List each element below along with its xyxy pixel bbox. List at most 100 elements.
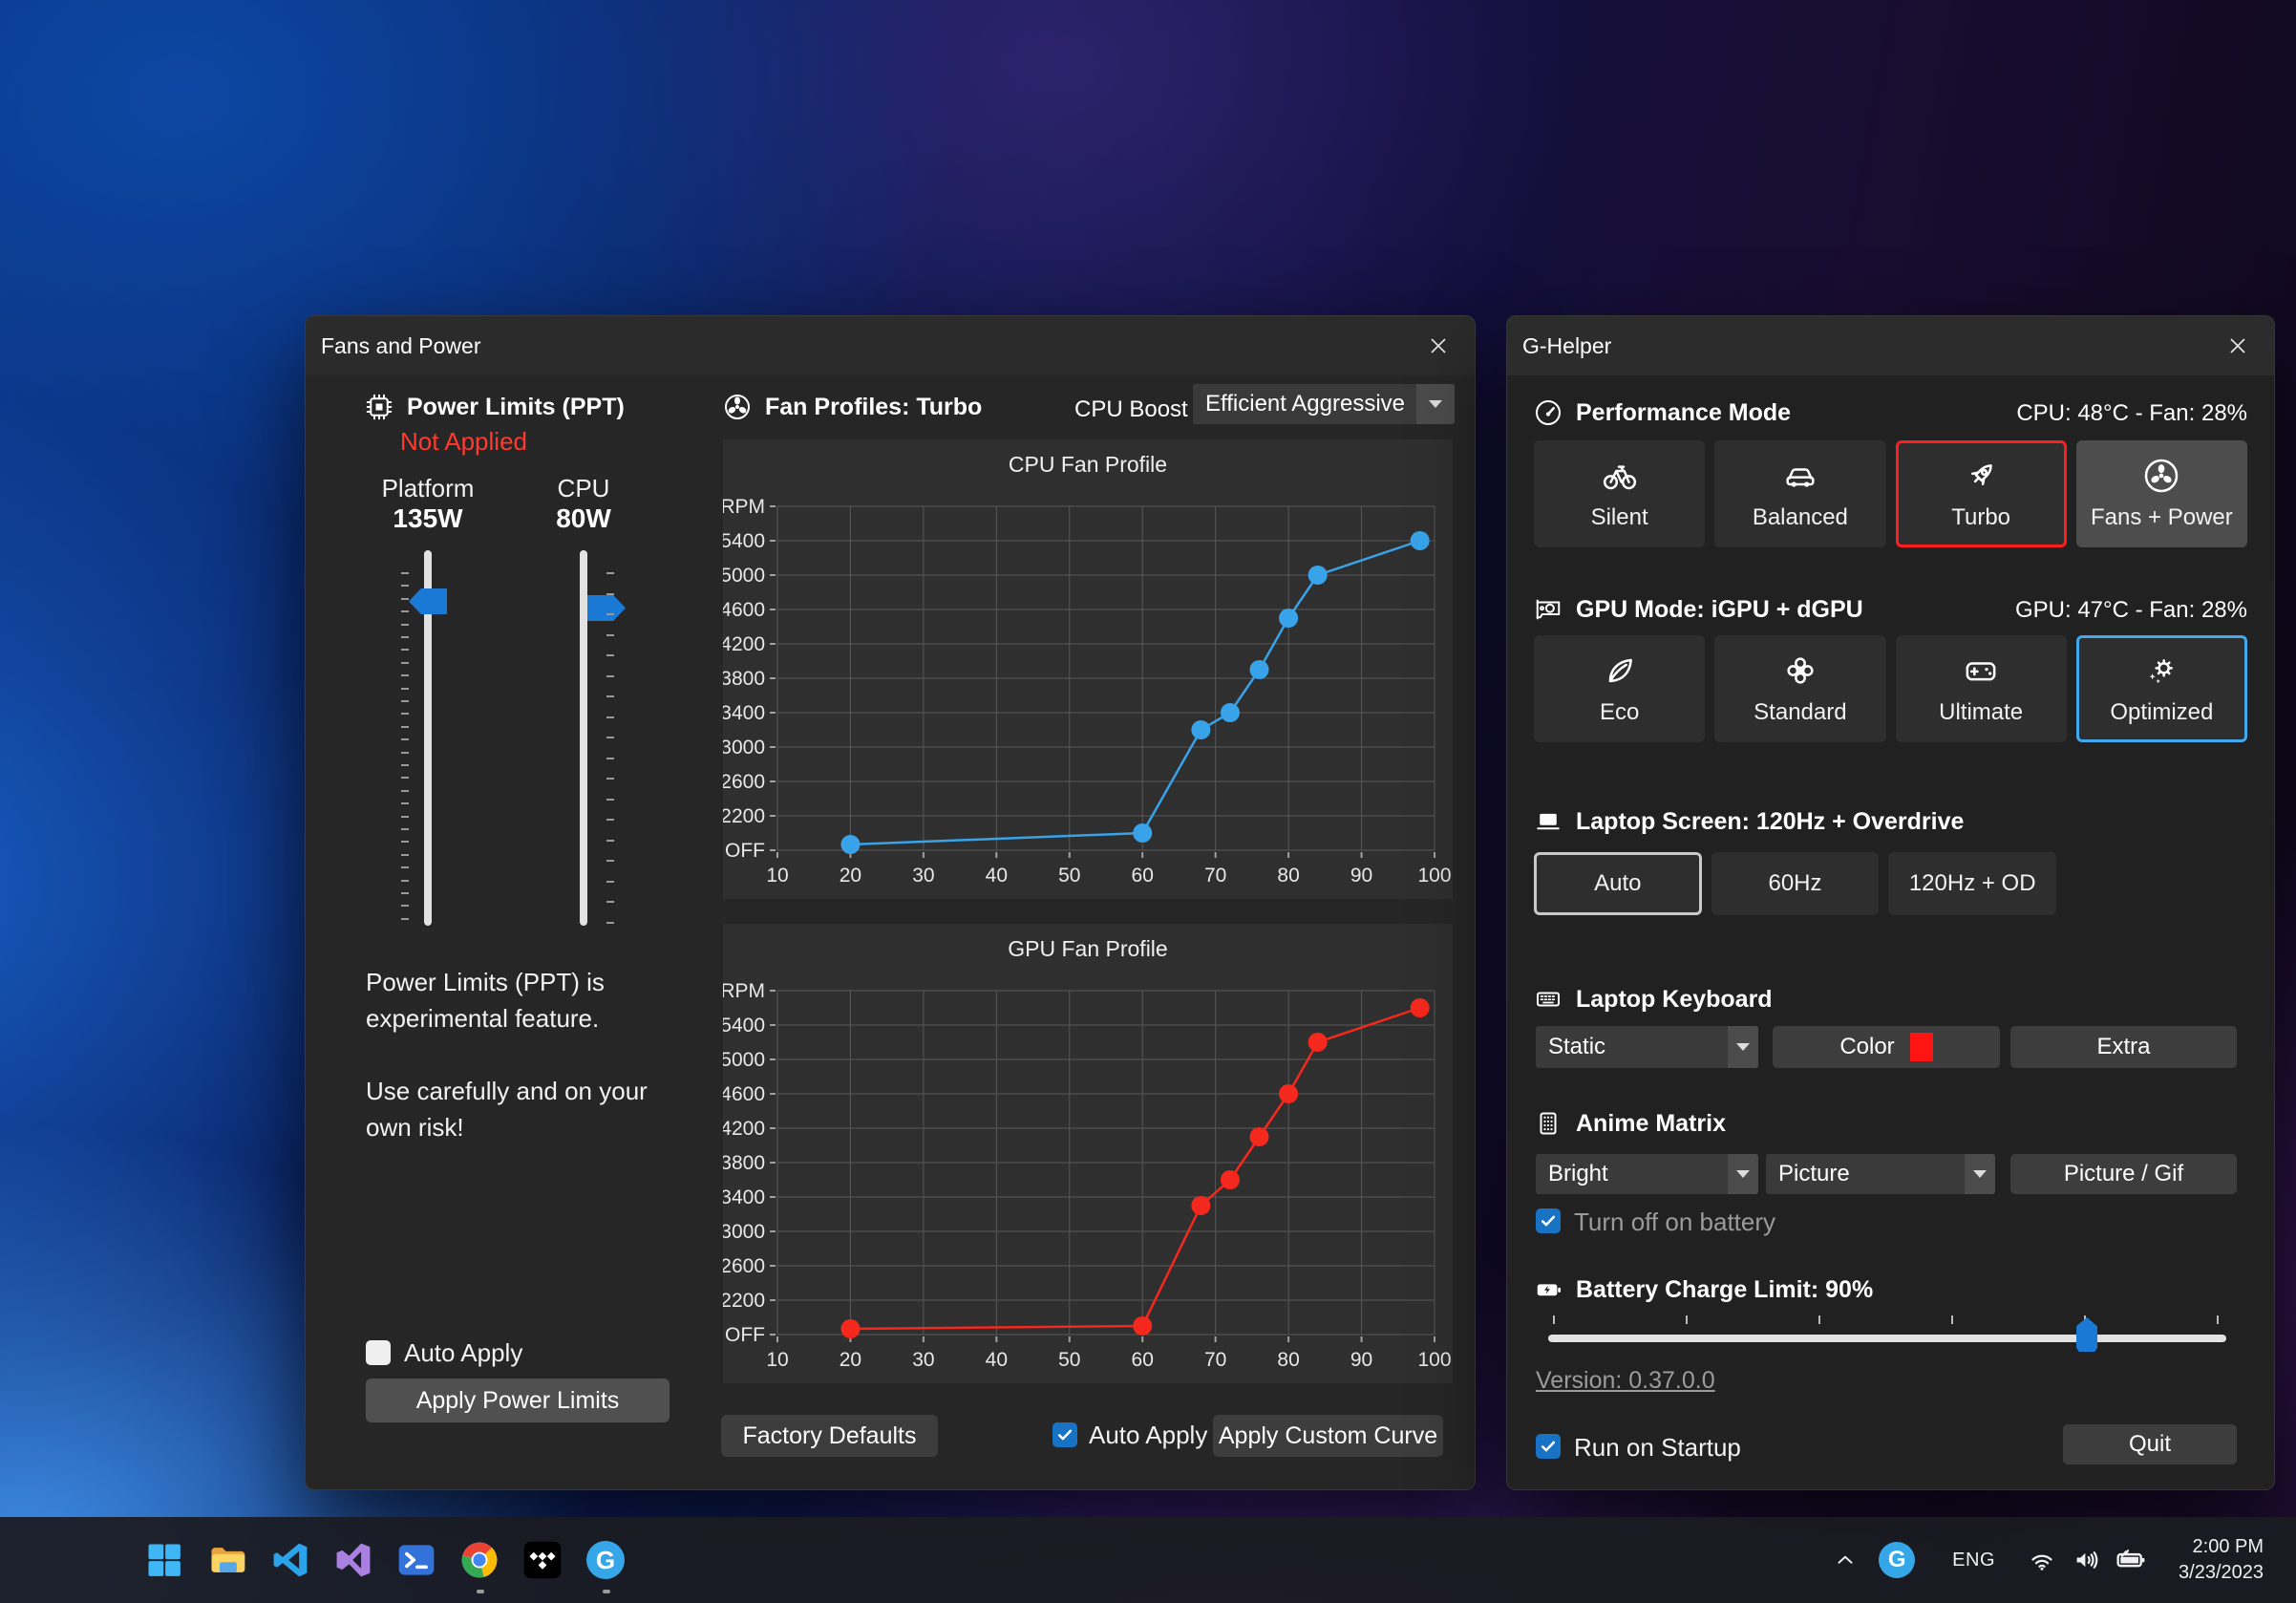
- anime-battery-checkbox-label: Turn off on battery: [1574, 1208, 1775, 1237]
- tray-wifi[interactable]: [2020, 1546, 2064, 1574]
- cpu-fan-chart[interactable]: CPU Fan ProfileRPM5400500046004200380034…: [723, 439, 1453, 899]
- keyboard-mode-dropdown[interactable]: Static: [1536, 1026, 1758, 1068]
- gpu-fan-chart[interactable]: GPU Fan ProfileRPM5400500046004200380034…: [723, 924, 1453, 1383]
- platform-slider-thumb[interactable]: [409, 588, 447, 614]
- g-helper-titlebar[interactable]: G-Helper: [1507, 316, 2274, 375]
- factory-defaults-button[interactable]: Factory Defaults: [721, 1415, 938, 1457]
- tray-clock[interactable]: 2:00 PM 3/23/2023: [2179, 1534, 2264, 1586]
- power-limits-warning-1: Power Limits (PPT) is experimental featu…: [366, 964, 691, 1037]
- curve-auto-apply-checkbox[interactable]: [1052, 1422, 1077, 1447]
- check-icon: [1539, 1211, 1558, 1230]
- bicycle-icon: [1601, 457, 1639, 495]
- visual-studio-icon: [332, 1539, 374, 1581]
- keyboard-color-button[interactable]: Color: [1773, 1026, 2000, 1068]
- tray-g-helper[interactable]: G: [1866, 1542, 1927, 1578]
- cpu-slider-value: 80W: [526, 503, 641, 534]
- anime-picture-gif-button[interactable]: Picture / Gif: [2010, 1154, 2237, 1194]
- start-button[interactable]: [138, 1533, 191, 1587]
- terminal-button[interactable]: [390, 1533, 443, 1587]
- power-limits-status: Not Applied: [400, 427, 527, 457]
- g-helper-taskbar-button[interactable]: G: [579, 1533, 632, 1587]
- chevron-up-icon: [1833, 1548, 1858, 1572]
- gear-sparkle-icon: [2142, 652, 2180, 690]
- laptop-screen-title: Laptop Screen: 120Hz + Overdrive: [1576, 808, 1964, 836]
- speaker-icon: [2072, 1546, 2100, 1574]
- battery-limit-slider-track[interactable]: [1548, 1335, 2226, 1342]
- svg-text:40: 40: [986, 1349, 1008, 1371]
- mode-button-label: Fans + Power: [2091, 504, 2233, 531]
- visual-studio-button[interactable]: [327, 1533, 380, 1587]
- matrix-dots-icon: [1534, 1109, 1563, 1138]
- battery-limit-header: Battery Charge Limit: 90%: [1534, 1275, 1873, 1304]
- cpu-boost-dropdown[interactable]: Efficient Aggressive: [1193, 384, 1455, 424]
- keyboard-extra-button[interactable]: Extra: [2010, 1026, 2237, 1068]
- tray-chevron-up[interactable]: [1824, 1548, 1866, 1572]
- cpu-slider-thumb[interactable]: [587, 595, 626, 621]
- svg-text:4200: 4200: [723, 1118, 765, 1140]
- version-link[interactable]: Version: 0.37.0.0: [1536, 1367, 1715, 1395]
- gamepad-icon: [1962, 652, 2000, 690]
- close-icon: [1427, 334, 1450, 357]
- cpu-fan-chart-panel[interactable]: CPU Fan ProfileRPM5400500046004200380034…: [723, 439, 1453, 899]
- gpu-button-optimized[interactable]: Optimized: [2076, 635, 2247, 742]
- anime-mode-dropdown[interactable]: Picture: [1766, 1154, 1995, 1194]
- quit-button[interactable]: Quit: [2063, 1424, 2237, 1464]
- check-icon: [1539, 1437, 1558, 1456]
- svg-text:3800: 3800: [723, 1152, 765, 1174]
- power-limits-header: Power Limits (PPT): [365, 393, 625, 421]
- file-explorer-button[interactable]: [201, 1533, 254, 1587]
- dropdown-arrow-button[interactable]: [1728, 1026, 1758, 1068]
- svg-text:3000: 3000: [723, 1221, 765, 1243]
- anime-matrix-title: Anime Matrix: [1576, 1110, 1726, 1138]
- screen-button-120hz-od[interactable]: 120Hz + OD: [1888, 852, 2056, 915]
- gpu-button-ultimate[interactable]: Ultimate: [1896, 635, 2067, 742]
- chrome-button[interactable]: [453, 1533, 506, 1587]
- mode-button-turbo[interactable]: Turbo: [1896, 440, 2067, 547]
- svg-text:5400: 5400: [723, 530, 765, 552]
- svg-text:20: 20: [840, 1349, 861, 1371]
- svg-text:3800: 3800: [723, 668, 765, 690]
- performance-mode-title: Performance Mode: [1576, 399, 1791, 427]
- g-helper-close-button[interactable]: [2219, 329, 2257, 363]
- gpu-button-eco[interactable]: Eco: [1534, 635, 1705, 742]
- tray-battery[interactable]: [2108, 1545, 2154, 1575]
- g-helper-icon: G: [1879, 1542, 1915, 1578]
- svg-text:4600: 4600: [723, 1083, 765, 1105]
- dropdown-arrow-button[interactable]: [1965, 1154, 1995, 1194]
- power-auto-apply-checkbox[interactable]: [366, 1340, 391, 1365]
- apply-custom-curve-button[interactable]: Apply Custom Curve: [1213, 1415, 1443, 1457]
- mode-button-silent[interactable]: Silent: [1534, 440, 1705, 547]
- svg-text:RPM: RPM: [723, 980, 765, 1002]
- gpu-fan-chart-panel[interactable]: GPU Fan ProfileRPM5400500046004200380034…: [723, 924, 1453, 1383]
- fans-window-close-button[interactable]: [1419, 329, 1457, 363]
- anime-mode-value: Picture: [1766, 1161, 1965, 1187]
- running-indicator: [603, 1590, 610, 1593]
- battery-limit-slider-thumb[interactable]: [2076, 1317, 2097, 1352]
- anime-brightness-dropdown[interactable]: Bright: [1536, 1154, 1758, 1194]
- svg-text:2600: 2600: [723, 1255, 765, 1277]
- cpu-slider-track[interactable]: [580, 550, 587, 926]
- mode-button-label: Balanced: [1753, 504, 1848, 531]
- anime-matrix-header: Anime Matrix: [1534, 1109, 1726, 1138]
- run-on-startup-checkbox[interactable]: [1536, 1434, 1561, 1459]
- anime-battery-checkbox[interactable]: [1536, 1208, 1561, 1233]
- dropdown-arrow-button[interactable]: [1728, 1154, 1758, 1194]
- fans-window-titlebar[interactable]: Fans and Power: [306, 316, 1475, 375]
- svg-text:50: 50: [1058, 1349, 1080, 1371]
- svg-text:2600: 2600: [723, 771, 765, 793]
- vscode-button[interactable]: [264, 1533, 317, 1587]
- language-indicator[interactable]: ENG: [1952, 1550, 1995, 1571]
- svg-text:50: 50: [1058, 865, 1080, 887]
- g-helper-title: G-Helper: [1522, 333, 1611, 359]
- screen-button-60hz[interactable]: 60Hz: [1711, 852, 1880, 915]
- svg-text:5400: 5400: [723, 1015, 765, 1037]
- mode-button-balanced[interactable]: Balanced: [1714, 440, 1885, 547]
- gpu-button-standard[interactable]: Standard: [1714, 635, 1885, 742]
- mode-button-fans-power[interactable]: Fans + Power: [2076, 440, 2247, 547]
- apply-power-limits-button[interactable]: Apply Power Limits: [366, 1379, 670, 1422]
- tidal-button[interactable]: [516, 1533, 569, 1587]
- screen-button-auto[interactable]: Auto: [1534, 852, 1702, 915]
- tray-volume[interactable]: [2064, 1546, 2108, 1574]
- laptop-keyboard-title: Laptop Keyboard: [1576, 986, 1773, 1014]
- dropdown-arrow-button[interactable]: [1416, 384, 1455, 424]
